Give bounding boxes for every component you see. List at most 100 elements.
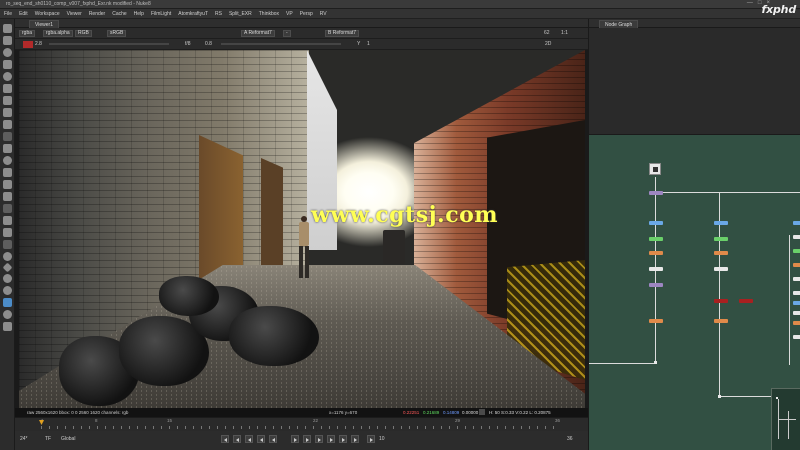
menu-split-exr[interactable]: Split_EXR [229,11,252,17]
gain-slider[interactable] [49,43,169,45]
deep-tool-icon[interactable] [2,180,12,189]
tab-node-graph[interactable]: Node Graph [599,20,639,28]
other-tool-icon[interactable] [2,204,12,213]
colorspace-dropdown[interactable]: RGB [75,30,92,37]
plugin-h-icon[interactable] [2,310,12,319]
menu-cache[interactable]: Cache [112,11,126,17]
node-orange-4[interactable] [714,319,728,323]
node-white-6[interactable] [793,311,800,315]
step-forward-button[interactable] [327,435,335,443]
node-white-2[interactable] [714,267,728,271]
metadata-tool-icon[interactable] [2,156,12,165]
node-orange-6[interactable] [793,321,800,325]
input-b-dropdown[interactable]: B Reformat7 [325,30,360,37]
node-purple-2[interactable] [649,283,663,287]
node-green-1[interactable] [649,237,663,241]
node-white-3[interactable] [793,235,800,239]
node-orange-5[interactable] [793,263,800,267]
range-mode-dropdown[interactable]: Global [61,435,75,443]
node-blue-1[interactable] [649,221,663,225]
gain-swatch[interactable] [23,41,33,48]
tf-dropdown[interactable]: TF [45,435,51,443]
node-orange-3[interactable] [714,251,728,255]
node-white-4[interactable] [793,277,800,281]
alpha-dropdown[interactable]: rgba.alpha [43,30,73,37]
menu-rv[interactable]: RV [320,11,327,17]
node-green-3[interactable] [793,249,800,253]
node-purple-1[interactable] [649,191,663,195]
toolsets-tool-icon[interactable] [2,192,12,201]
filter-tool-icon[interactable] [2,84,12,93]
plugin-i-icon[interactable] [2,322,12,331]
view-mode-readout[interactable]: 2D [545,41,551,48]
plugin-a-icon[interactable] [2,228,12,237]
fstop-value[interactable]: 2.8 [35,41,42,48]
step-back-button[interactable] [245,435,253,443]
merge-tool-icon[interactable] [2,108,12,117]
views-tool-icon[interactable] [2,144,12,153]
time-tool-icon[interactable] [2,48,12,57]
input-op-dropdown[interactable]: - [283,30,291,37]
menu-filmlight[interactable]: FilmLight [151,11,171,17]
next-keyframe-button[interactable] [339,435,347,443]
node-white-5[interactable] [793,291,800,295]
menu-render[interactable]: Render [89,11,105,17]
node-blue-4[interactable] [793,301,800,305]
prev-keyframe-button[interactable] [233,435,241,443]
menu-workspace[interactable]: Workspace [35,11,60,17]
node-blue-3[interactable] [793,221,800,225]
node-red-1[interactable] [714,299,728,303]
read-node-thumbnail[interactable] [649,163,661,175]
keyer-tool-icon[interactable] [2,96,12,105]
input-a-dropdown[interactable]: A Reformat7 [241,30,275,37]
color-tool-icon[interactable] [2,72,12,81]
node-orange-2[interactable] [649,319,663,323]
first-frame-button[interactable] [221,435,229,443]
particles-tool-icon[interactable] [2,168,12,177]
prev-frame-button[interactable] [257,435,265,443]
menu-vp[interactable]: VP [286,11,293,17]
furnace-tool-icon[interactable] [2,216,12,225]
timeline[interactable]: 1 8 15 22 29 36 [15,417,588,431]
node-white-1[interactable] [649,267,663,271]
node-white-7[interactable] [793,335,800,339]
menu-rs[interactable]: RS [215,11,222,17]
end-frame-field[interactable]: 36 [567,435,573,443]
stop-button[interactable] [291,435,299,443]
play-backward-button[interactable] [269,435,277,443]
menu-help[interactable]: Help [134,11,144,17]
node-orange-1[interactable] [649,251,663,255]
zoom-readout[interactable]: 62 [544,30,550,37]
last-frame-button[interactable] [351,435,359,443]
loop-button[interactable] [367,435,375,443]
nodegraph-minimap[interactable] [771,388,800,450]
menu-viewer[interactable]: Viewer [67,11,82,17]
image-tool-icon[interactable] [2,24,12,33]
minimize-button[interactable]: — [747,0,753,6]
3d-tool-icon[interactable] [2,132,12,141]
nodegraph-canvas[interactable] [588,134,800,450]
plugin-g-icon[interactable] [2,298,12,307]
menu-edit[interactable]: Edit [19,11,28,17]
node-green-2[interactable] [714,237,728,241]
menu-persp[interactable]: Persp [300,11,313,17]
node-red-2[interactable] [739,299,753,303]
channels-dropdown[interactable]: rgba [19,30,36,37]
current-frame-field[interactable]: 24* [20,435,28,443]
tab-viewer1[interactable]: Viewer1 [29,20,59,28]
viewer-canvas[interactable]: www.cgtsj.com [15,50,588,408]
plugin-f-icon[interactable] [2,286,12,295]
plugin-e-icon[interactable] [2,274,12,283]
plugin-b-icon[interactable] [2,240,12,249]
menu-file[interactable]: File [4,11,12,17]
ratio-readout[interactable]: 1:1 [561,30,568,37]
node-blue-2[interactable] [714,221,728,225]
gamma-slider[interactable] [221,43,341,45]
play-forward-button[interactable] [303,435,311,443]
gamma-value[interactable]: 0.8 [205,41,212,48]
menu-atomkraft[interactable]: AtomkraftyuT [178,11,208,17]
plugin-c-icon[interactable] [2,252,12,261]
fps-field[interactable]: 10 [379,435,385,443]
plugin-d-icon[interactable] [2,262,12,273]
transform-tool-icon[interactable] [2,120,12,129]
